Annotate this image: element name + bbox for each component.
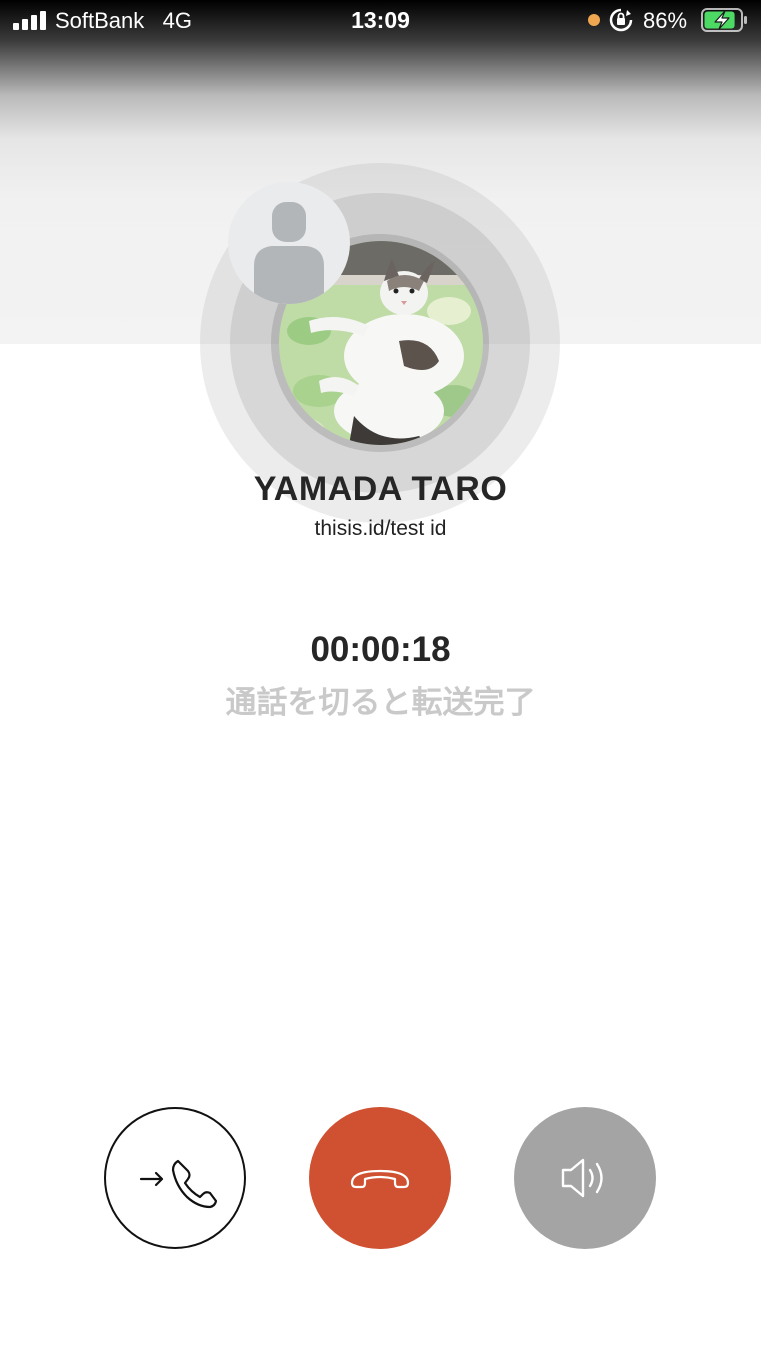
caller-id: thisis.id/test id xyxy=(314,517,447,540)
transfer-call-button[interactable] xyxy=(104,1107,246,1249)
person-silhouette-icon xyxy=(254,202,324,304)
hang-up-button[interactable] xyxy=(309,1107,451,1249)
arrow-phone-icon xyxy=(139,1159,218,1209)
hangup-icon xyxy=(350,1169,410,1189)
speaker-icon xyxy=(561,1158,603,1198)
transfer-note: 通話を切ると転送完了 xyxy=(225,685,536,721)
caller-name: YAMADA TARO xyxy=(253,470,508,508)
call-duration: 00:00:18 xyxy=(310,630,451,669)
speaker-button[interactable] xyxy=(514,1107,656,1249)
contact-placeholder-avatar xyxy=(228,182,350,304)
